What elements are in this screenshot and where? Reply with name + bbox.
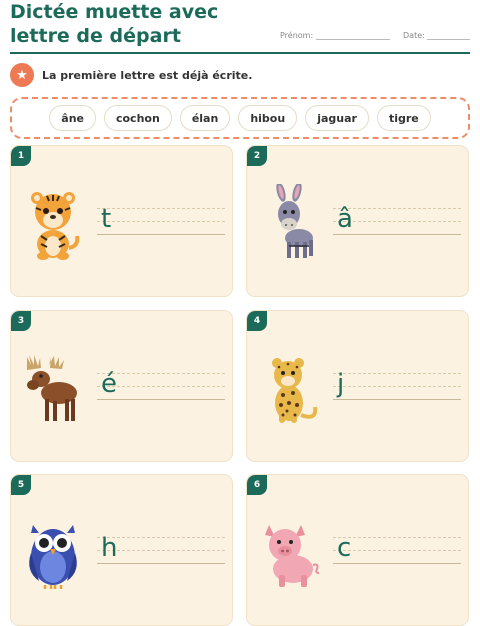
word-chip: hibou <box>238 105 298 131</box>
word-chip: cochon <box>103 105 172 131</box>
starting-letter: c <box>337 533 352 563</box>
writing-lines[interactable]: â <box>333 204 461 235</box>
pig-icon <box>265 525 320 587</box>
starting-letter: é <box>101 369 117 399</box>
card-number: 4 <box>247 311 267 331</box>
writing-lines[interactable]: c <box>333 533 461 564</box>
card-number: 1 <box>11 146 31 166</box>
card-6: 6 c <box>246 474 469 626</box>
starting-letter: h <box>101 533 118 563</box>
card-1: 1 t <box>10 145 233 297</box>
writing-lines[interactable]: t <box>97 204 225 235</box>
card-number: 2 <box>247 146 267 166</box>
page-title: Dictée muette avec lettre de départ <box>10 1 219 47</box>
card-3: 3 é <box>10 310 233 462</box>
writing-lines[interactable]: é <box>97 369 225 400</box>
word-chip: tigre <box>376 105 431 131</box>
starting-letter: j <box>337 369 345 399</box>
word-chip: élan <box>179 105 231 131</box>
date-label: Date: <box>403 31 425 40</box>
prenom-label: Prénom: <box>280 31 314 40</box>
tiger-icon <box>31 192 80 260</box>
word-chip: jaguar <box>305 105 369 131</box>
writing-lines[interactable]: j <box>333 369 461 400</box>
moose-icon <box>27 355 77 421</box>
starting-letter: â <box>337 204 353 234</box>
header-divider <box>10 52 470 54</box>
word-bank: âne cochon élan hibou jaguar tigre <box>10 97 470 139</box>
donkey-icon <box>276 184 313 258</box>
card-5: 5 h <box>10 474 233 626</box>
date-field[interactable] <box>427 39 470 40</box>
prenom-field[interactable] <box>316 39 390 40</box>
writing-lines[interactable]: h <box>97 533 225 564</box>
card-number: 5 <box>11 475 31 495</box>
card-2: 2 â <box>246 145 469 297</box>
instruction: ★ La première lettre est déjà écrite. <box>10 63 252 87</box>
star-icon: ★ <box>10 63 34 87</box>
jaguar-icon <box>272 358 318 423</box>
card-4: 4 j <box>246 310 469 462</box>
starting-letter: t <box>101 204 112 234</box>
instruction-text: La première lettre est déjà écrite. <box>42 68 253 82</box>
card-number: 3 <box>11 311 31 331</box>
word-chip: âne <box>49 105 96 131</box>
card-number: 6 <box>247 475 267 495</box>
owl-icon <box>29 525 77 589</box>
